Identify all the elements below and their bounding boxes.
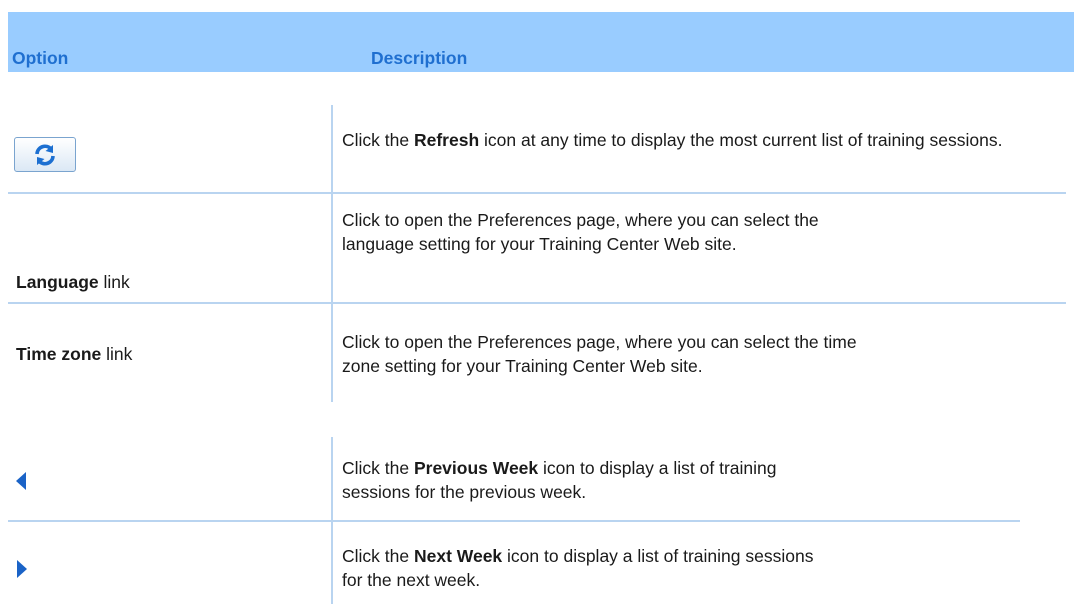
row-divider bbox=[8, 302, 1066, 304]
language-description: Click to open the Preferences page, wher… bbox=[342, 210, 819, 254]
row-divider bbox=[8, 192, 1066, 194]
row-divider bbox=[8, 520, 1020, 522]
description-column-header: Description bbox=[371, 48, 468, 68]
option-column-header: Option bbox=[12, 48, 69, 68]
previous-week-description: Click the Previous Week icon to display … bbox=[342, 458, 777, 502]
next-week-icon[interactable] bbox=[16, 559, 28, 579]
next-week-description: Click the Next Week icon to display a li… bbox=[342, 546, 814, 590]
previous-week-icon[interactable] bbox=[15, 471, 27, 491]
language-link-option: Language link bbox=[16, 272, 130, 292]
refresh-description: Click the Refresh icon at any time to di… bbox=[342, 130, 1003, 150]
table-header: Option Description bbox=[8, 12, 1074, 72]
table1-column-divider bbox=[331, 105, 333, 402]
refresh-button[interactable] bbox=[14, 137, 76, 172]
time-zone-description: Click to open the Preferences page, wher… bbox=[342, 332, 857, 376]
time-zone-link-option: Time zone link bbox=[16, 344, 133, 364]
refresh-icon bbox=[35, 144, 55, 165]
